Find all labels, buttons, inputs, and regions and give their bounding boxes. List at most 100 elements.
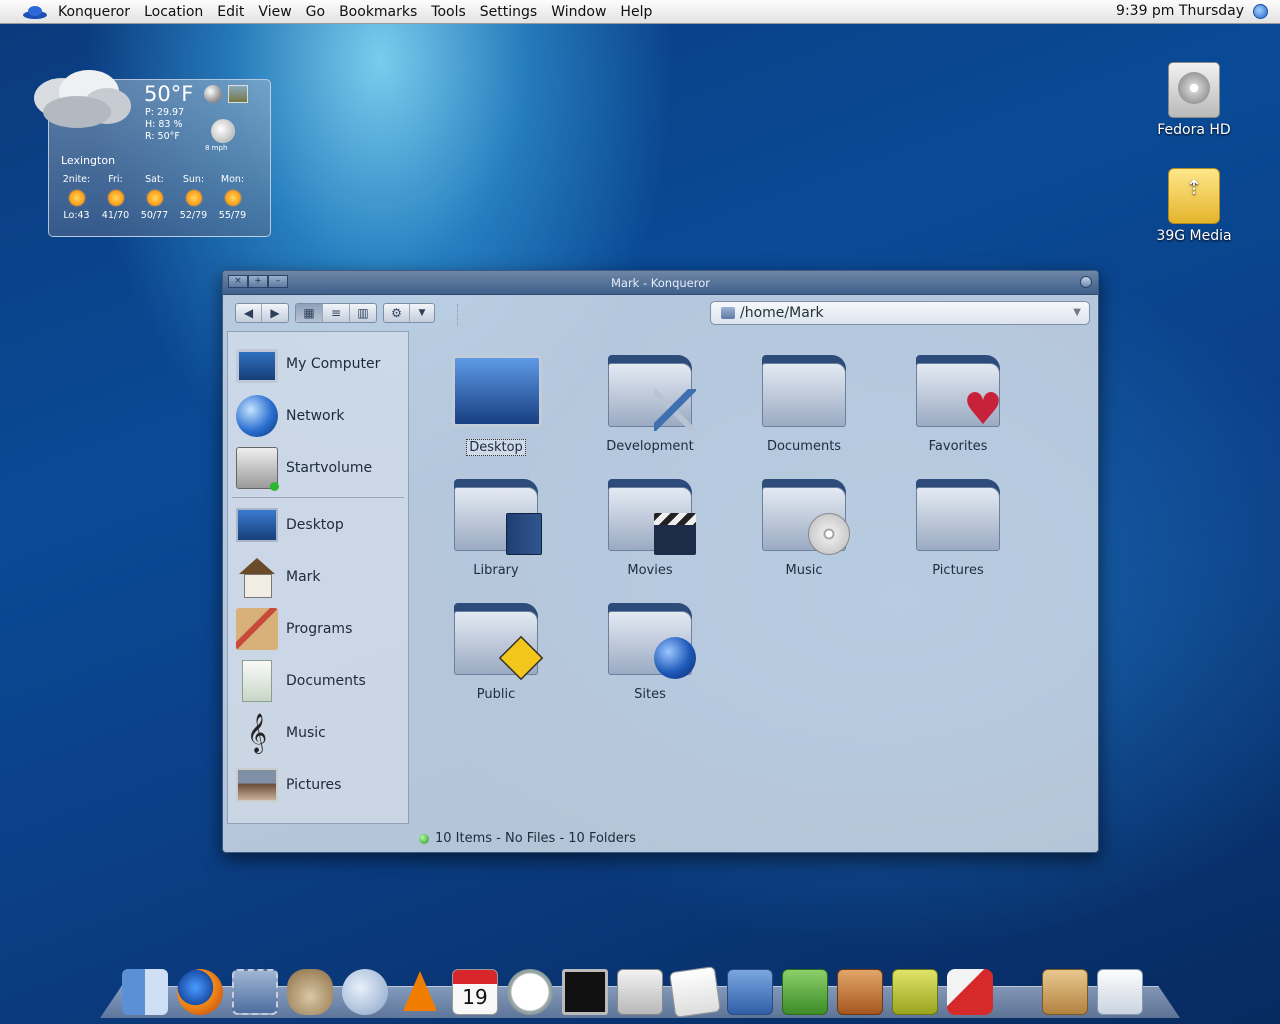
documents-folder-icon <box>758 349 850 433</box>
menu-settings[interactable]: Settings <box>480 4 537 20</box>
document-icon[interactable] <box>669 966 721 1018</box>
gimp-icon[interactable] <box>287 969 333 1015</box>
column-view-button[interactable]: ▥ <box>350 304 376 322</box>
home-icon <box>236 556 278 598</box>
window-titlebar[interactable]: × + – Mark - Konqueror <box>223 271 1098 295</box>
presentation-icon[interactable] <box>837 969 883 1015</box>
firefox-icon[interactable] <box>177 969 223 1015</box>
draw-icon[interactable] <box>892 969 938 1015</box>
finder-icon[interactable] <box>122 969 168 1015</box>
sidebar-item-startvolume[interactable]: Startvolume <box>236 444 406 492</box>
status-led-icon <box>419 833 429 844</box>
menu-bookmarks[interactable]: Bookmarks <box>339 4 417 20</box>
radar-photo-icon[interactable] <box>228 85 248 103</box>
minimize-button[interactable]: – <box>268 275 288 288</box>
folder-item-music[interactable]: Music <box>739 473 869 578</box>
menu-help[interactable]: Help <box>620 4 652 20</box>
writer-icon[interactable] <box>727 969 773 1015</box>
sidebar-item-mark[interactable]: Mark <box>236 553 406 601</box>
forecast-day-label: Mon: <box>220 174 245 185</box>
menu-edit[interactable]: Edit <box>217 4 244 20</box>
sidebar-item-music[interactable]: 𝄞 Music <box>236 709 406 757</box>
close-button[interactable]: × <box>228 275 248 288</box>
sidebar-item-my-computer[interactable]: My Computer <box>236 340 406 388</box>
library-folder-icon <box>450 473 542 557</box>
folder-item-development[interactable]: Development <box>585 349 715 454</box>
desktop-icon-label: 39G Media <box>1156 228 1232 244</box>
folder-item-public[interactable]: Public <box>431 597 561 702</box>
pictures-folder-icon <box>912 473 1004 557</box>
sidebar-divider <box>232 497 404 498</box>
forecast-temps: 41/70 <box>101 210 130 221</box>
shade-button[interactable] <box>1080 276 1092 288</box>
spotlight-search-icon[interactable] <box>1253 4 1268 19</box>
weather-forecast: 2nite: Lo:43 Fri: 41/70 Sat: 50/77 Sun: … <box>57 174 267 221</box>
calendar-icon[interactable]: 19 <box>452 969 498 1015</box>
sidebar-item-documents[interactable]: Documents <box>236 657 406 705</box>
folder-item-library[interactable]: Library <box>431 473 561 578</box>
usb-drive-icon <box>1168 168 1220 224</box>
icon-view-button[interactable]: ▦ <box>296 304 323 322</box>
sidebar-item-pictures[interactable]: Pictures <box>236 761 406 809</box>
globe-icon[interactable] <box>204 85 222 103</box>
window-list-icon[interactable] <box>1097 969 1143 1015</box>
desktop-icon-fedora-hd[interactable]: Fedora HD <box>1144 62 1244 138</box>
folder-label: Library <box>473 563 519 578</box>
game-icon[interactable] <box>947 969 993 1015</box>
sidebar-item-programs[interactable]: Programs <box>236 605 406 653</box>
document-icon <box>242 660 272 702</box>
folder-label: Development <box>606 439 694 454</box>
desktop-icon-39g-media[interactable]: 39G Media <box>1144 168 1244 244</box>
folder-label: Documents <box>766 439 842 454</box>
chevron-down-icon[interactable]: ▼ <box>1073 302 1081 324</box>
weather-details: P: 29.97 H: 83 % R: 50°F <box>145 107 184 143</box>
menu-app-konqueror[interactable]: Konqueror <box>58 4 130 20</box>
folder-item-favorites[interactable]: ♥ Favorites <box>893 349 1023 454</box>
menu-location[interactable]: Location <box>144 4 203 20</box>
development-folder-icon <box>604 349 696 433</box>
sites-folder-icon <box>604 597 696 681</box>
weather-widget[interactable]: 50°F P: 29.97 H: 83 % R: 50°F 8 mph Lexi… <box>34 70 271 237</box>
cd-icon <box>808 513 850 555</box>
monitor-icon <box>236 349 278 383</box>
folder-item-desktop[interactable]: Desktop <box>431 349 561 456</box>
mail-icon[interactable] <box>232 969 278 1015</box>
menu-tools[interactable]: Tools <box>431 4 466 20</box>
tux-icon[interactable] <box>617 969 663 1015</box>
action-menu-button[interactable]: ⚙ ▼ <box>383 303 435 323</box>
sidebar-item-label: Desktop <box>286 517 344 533</box>
sidebar-item-desktop[interactable]: Desktop <box>236 501 406 549</box>
back-button[interactable]: ◀ <box>236 304 262 322</box>
redhat-logo-icon[interactable] <box>22 5 48 19</box>
forward-button[interactable]: ▶ <box>262 304 288 322</box>
spreadsheet-icon[interactable] <box>782 969 828 1015</box>
favorites-folder-icon: ♥ <box>912 349 1004 433</box>
folder-item-pictures[interactable]: Pictures <box>893 473 1023 578</box>
trash-icon[interactable] <box>1042 969 1088 1015</box>
sidebar-item-network[interactable]: Network <box>236 392 406 440</box>
sun-icon <box>184 189 203 207</box>
itunes-icon[interactable] <box>342 969 388 1015</box>
heart-icon: ♥ <box>963 384 1003 435</box>
folder-item-documents[interactable]: Documents <box>739 349 869 454</box>
maximize-button[interactable]: + <box>248 275 268 288</box>
menu-view[interactable]: View <box>258 4 291 20</box>
menu-go[interactable]: Go <box>306 4 325 20</box>
vlc-icon[interactable] <box>397 969 443 1015</box>
weather-humidity: H: 83 % <box>145 119 183 130</box>
weather-realfeel: R: 50°F <box>145 131 180 142</box>
menubar-clock[interactable]: 9:39 pm Thursday <box>1116 3 1244 19</box>
globe-icon <box>654 637 696 679</box>
folder-item-sites[interactable]: Sites <box>585 597 715 702</box>
forecast-temps: 50/77 <box>140 210 169 221</box>
location-bar[interactable]: /home/Mark ▼ <box>710 301 1090 325</box>
weather-city: Lexington <box>61 154 116 167</box>
sidebar-item-label: Programs <box>286 621 353 637</box>
menu-window[interactable]: Window <box>551 4 606 20</box>
list-view-button[interactable]: ≡ <box>323 304 350 322</box>
clock-icon[interactable] <box>507 969 553 1015</box>
sidebar-item-label: Network <box>286 408 345 424</box>
folder-item-movies[interactable]: Movies <box>585 473 715 578</box>
forecast-day: Sun: 52/79 <box>174 174 213 221</box>
terminal-icon[interactable] <box>562 969 608 1015</box>
